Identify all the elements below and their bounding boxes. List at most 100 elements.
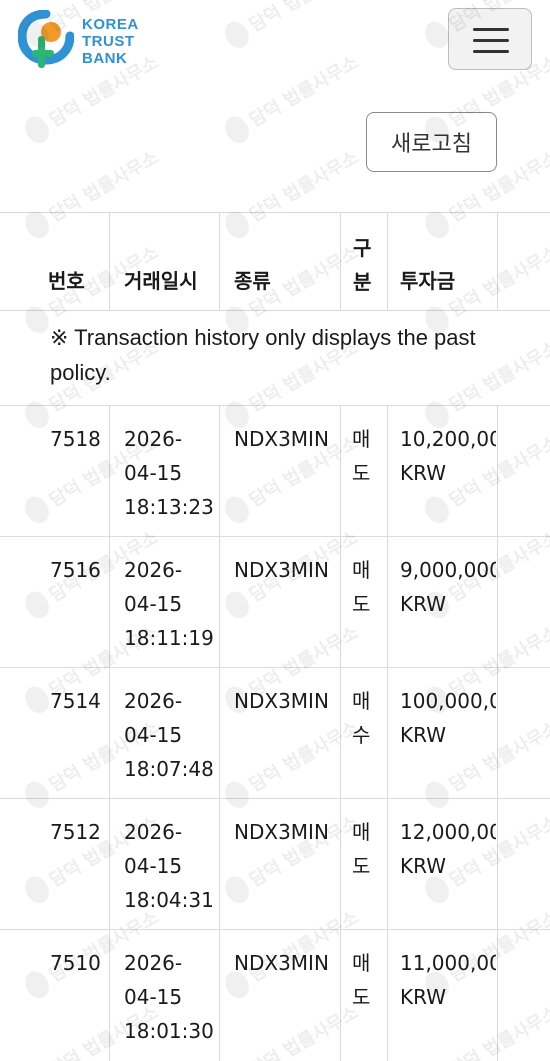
cell-type: NDX3MIN bbox=[234, 558, 329, 582]
column-divider bbox=[109, 213, 110, 310]
cell-side: 매도 bbox=[352, 427, 371, 485]
transaction-table[interactable]: 번호 거래일시 종류 구분 투자금 ※ Transaction history … bbox=[0, 212, 550, 1061]
cell-datetime-part: 04-15 bbox=[124, 723, 183, 747]
column-divider bbox=[340, 668, 341, 799]
cell-amount-value: 11,000,00 bbox=[400, 951, 496, 975]
column-divider bbox=[387, 537, 388, 668]
header-no: 번호 bbox=[48, 269, 85, 293]
table-row[interactable]: 7512 2026- 04-15 18:04:31 NDX3MIN 매도 12,000,00… bbox=[0, 798, 550, 930]
cell-amount: 100,000,0 KRW bbox=[400, 684, 496, 752]
cell-datetime-part: 04-15 bbox=[124, 854, 183, 878]
column-divider bbox=[340, 537, 341, 668]
refresh-button[interactable]: 새로고침 bbox=[366, 112, 497, 172]
cell-datetime: 2026- 04-15 18:01:30 bbox=[124, 946, 214, 1048]
header-amount: 투자금 bbox=[400, 269, 456, 293]
cell-datetime-part: 18:11:19 bbox=[124, 626, 214, 650]
cell-amount-currency: KRW bbox=[400, 461, 446, 485]
cell-amount-currency: KRW bbox=[400, 592, 446, 616]
cell-datetime-part: 2026- bbox=[124, 820, 183, 844]
cell-datetime-part: 18:07:48 bbox=[124, 757, 214, 781]
column-divider bbox=[109, 930, 110, 1061]
cell-no: 7514 bbox=[50, 689, 101, 713]
column-divider bbox=[109, 799, 110, 930]
cell-side: 매수 bbox=[352, 689, 371, 747]
header-side: 구분 bbox=[353, 236, 372, 294]
column-divider bbox=[109, 668, 110, 799]
korea-trust-bank-logo-icon[interactable] bbox=[18, 10, 74, 72]
cell-datetime-part: 04-15 bbox=[124, 592, 183, 616]
cell-side: 매도 bbox=[352, 951, 371, 1009]
column-divider bbox=[497, 668, 498, 799]
table-row[interactable]: 7516 2026- 04-15 18:11:19 NDX3MIN 매도 9,000,000… bbox=[0, 536, 550, 668]
brand-line-2: TRUST bbox=[82, 33, 135, 50]
column-divider bbox=[387, 799, 388, 930]
history-notice-line-1: ※ Transaction history only displays the … bbox=[50, 325, 476, 350]
column-divider bbox=[219, 799, 220, 930]
cell-datetime: 2026- 04-15 18:07:48 bbox=[124, 684, 214, 786]
brand-name: KOREA TRUST BANK bbox=[82, 16, 139, 67]
column-divider bbox=[340, 213, 341, 310]
table-row[interactable]: 7510 2026- 04-15 18:01:30 NDX3MIN 매도 11,000,00… bbox=[0, 929, 550, 1061]
column-divider bbox=[497, 213, 498, 310]
column-divider bbox=[387, 668, 388, 799]
cell-type: NDX3MIN bbox=[234, 427, 329, 451]
column-divider bbox=[497, 537, 498, 668]
column-divider bbox=[340, 930, 341, 1061]
transaction-history-panel: 새로고침 번호 거래일시 종류 구분 투자금 ※ Transaction his… bbox=[0, 92, 550, 1061]
cell-amount-value: 12,000,00 bbox=[400, 820, 496, 844]
history-notice-line-2: policy. bbox=[50, 360, 111, 385]
hamburger-menu-icon bbox=[473, 28, 509, 31]
column-divider bbox=[340, 799, 341, 930]
brand-line-3: BANK bbox=[82, 50, 128, 67]
cell-amount-value: 9,000,000 bbox=[400, 558, 496, 582]
cell-no: 7512 bbox=[50, 820, 101, 844]
cell-datetime-part: 18:01:30 bbox=[124, 1019, 214, 1043]
column-divider bbox=[219, 668, 220, 799]
column-divider bbox=[109, 406, 110, 537]
table-row[interactable]: 7518 2026- 04-15 18:13:23 NDX3MIN 매도 10,200,00… bbox=[0, 405, 550, 537]
column-divider bbox=[340, 406, 341, 537]
column-divider bbox=[219, 537, 220, 668]
hamburger-menu-icon-bar bbox=[473, 50, 509, 53]
cell-no: 7518 bbox=[50, 427, 101, 451]
cell-side: 매도 bbox=[352, 558, 371, 616]
cell-type: NDX3MIN bbox=[234, 820, 329, 844]
cell-side: 매도 bbox=[352, 820, 371, 878]
table-row[interactable]: 7514 2026- 04-15 18:07:48 NDX3MIN 매수 100,000,0… bbox=[0, 667, 550, 799]
cell-amount-value: 100,000,0 bbox=[400, 689, 496, 713]
column-divider bbox=[497, 930, 498, 1061]
cell-datetime: 2026- 04-15 18:11:19 bbox=[124, 553, 214, 655]
cell-datetime-part: 2026- bbox=[124, 689, 183, 713]
column-divider bbox=[387, 213, 388, 310]
cell-type: NDX3MIN bbox=[234, 689, 329, 713]
cell-amount-currency: KRW bbox=[400, 854, 446, 878]
column-divider bbox=[219, 406, 220, 537]
column-divider bbox=[219, 930, 220, 1061]
cell-amount-currency: KRW bbox=[400, 723, 446, 747]
cell-amount-currency: KRW bbox=[400, 985, 446, 1009]
table-header-row: 번호 거래일시 종류 구분 투자금 bbox=[0, 212, 550, 311]
cell-no: 7510 bbox=[50, 951, 101, 975]
cell-datetime-part: 04-15 bbox=[124, 461, 183, 485]
cell-type: NDX3MIN bbox=[234, 951, 329, 975]
column-divider bbox=[387, 406, 388, 537]
cell-datetime-part: 04-15 bbox=[124, 985, 183, 1009]
header-type: 종류 bbox=[234, 269, 271, 293]
hamburger-menu-icon-bar bbox=[473, 39, 509, 42]
header: KOREA TRUST BANK bbox=[0, 0, 550, 93]
cell-datetime-part: 18:13:23 bbox=[124, 495, 214, 519]
cell-datetime: 2026- 04-15 18:04:31 bbox=[124, 815, 214, 917]
cell-datetime-part: 2026- bbox=[124, 427, 183, 451]
header-datetime: 거래일시 bbox=[124, 269, 198, 293]
cell-datetime-part: 2026- bbox=[124, 951, 183, 975]
column-divider bbox=[497, 799, 498, 930]
cell-amount: 10,200,00 KRW bbox=[400, 422, 496, 490]
cell-amount: 11,000,00 KRW bbox=[400, 946, 496, 1014]
cell-amount-value: 10,200,00 bbox=[400, 427, 496, 451]
cell-amount: 9,000,000 KRW bbox=[400, 553, 496, 621]
column-divider bbox=[497, 406, 498, 537]
cell-datetime-part: 2026- bbox=[124, 558, 183, 582]
cell-datetime: 2026- 04-15 18:13:23 bbox=[124, 422, 214, 524]
cell-no: 7516 bbox=[50, 558, 101, 582]
hamburger-menu-button[interactable] bbox=[448, 8, 532, 70]
